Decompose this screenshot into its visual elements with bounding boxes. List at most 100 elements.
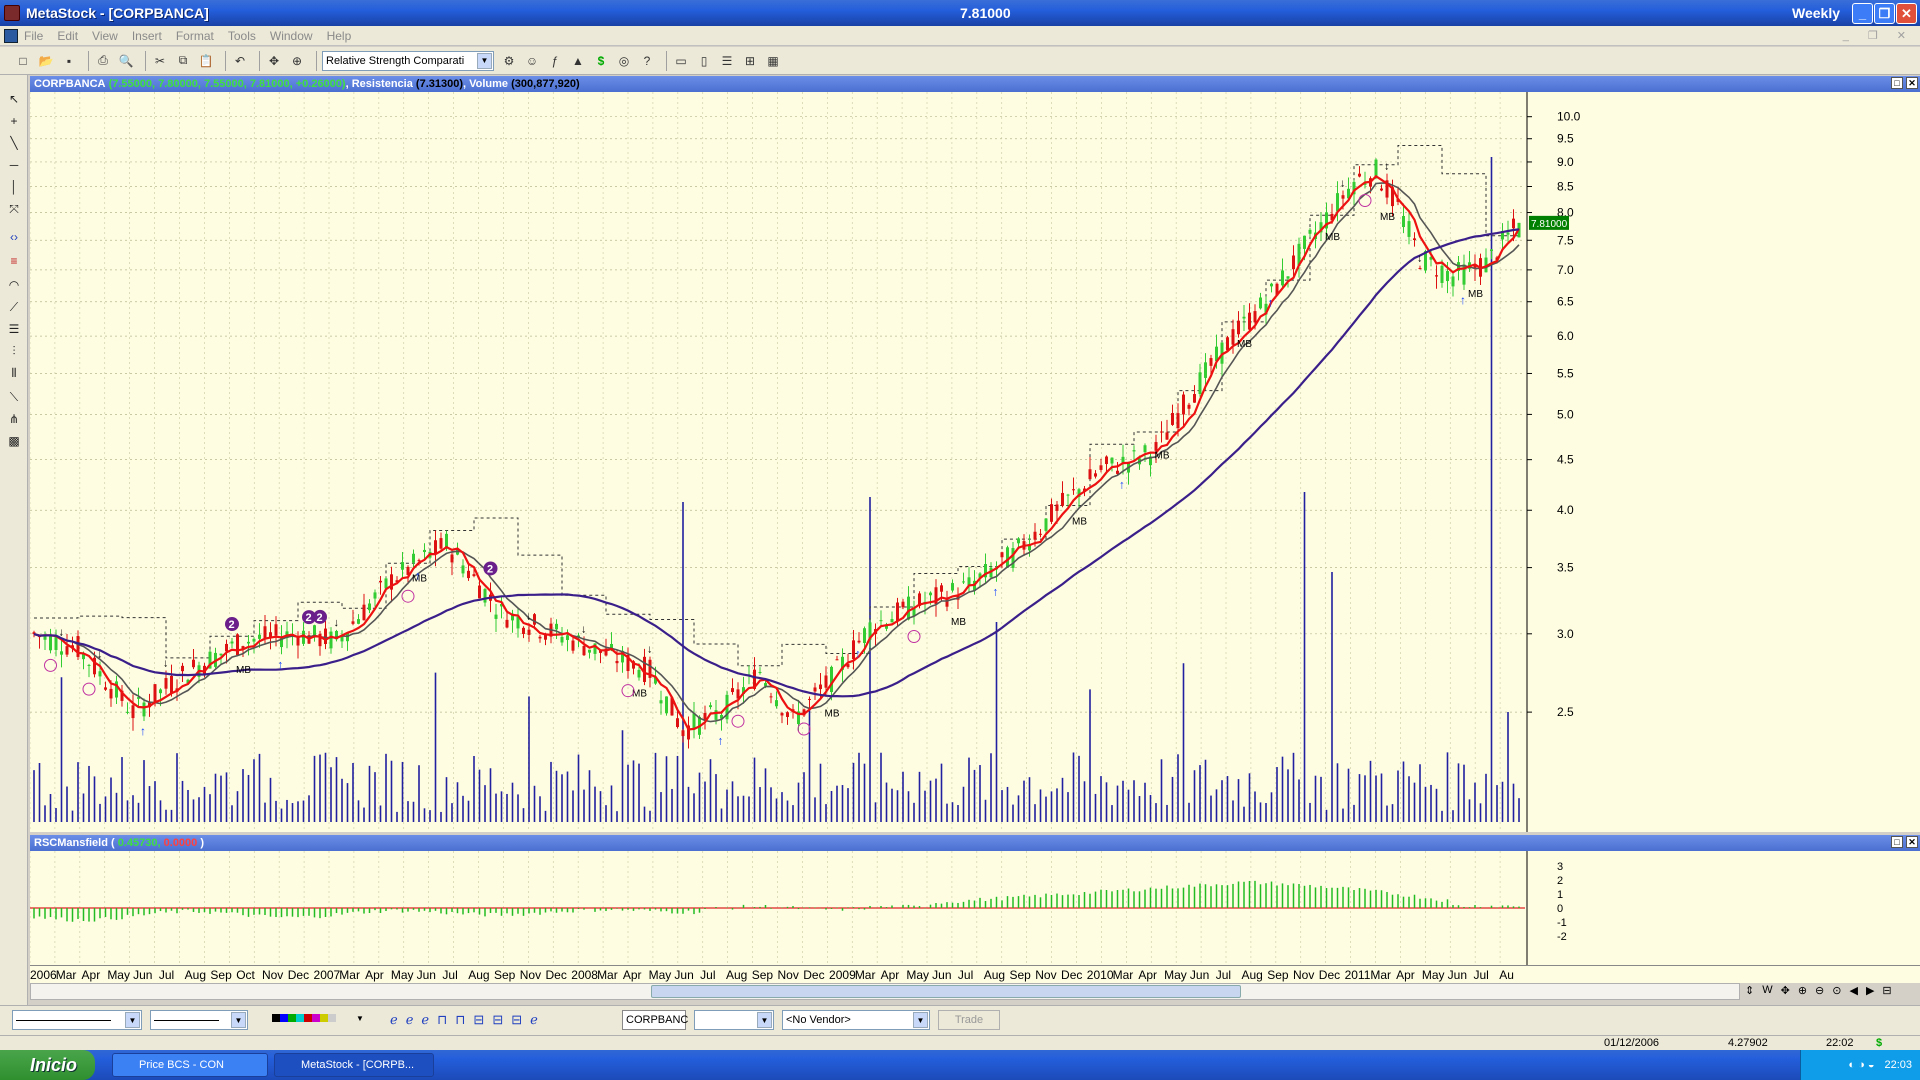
link-icon[interactable]: ℯ bbox=[530, 1012, 538, 1028]
bar2-icon[interactable]: ⊓ bbox=[455, 1012, 465, 1028]
pitchfork-icon[interactable]: ⋔ bbox=[5, 410, 23, 428]
open-icon[interactable]: 📂 bbox=[37, 52, 55, 70]
mdi-controls[interactable]: _ ❐ ✕ bbox=[1843, 29, 1914, 42]
menu-help[interactable]: Help bbox=[327, 29, 352, 43]
retracement-icon[interactable]: ☰ bbox=[5, 320, 23, 338]
menu-tools[interactable]: Tools bbox=[228, 29, 256, 43]
date-axis-label: Oct bbox=[236, 968, 255, 982]
tile-rows-icon[interactable]: ☰ bbox=[718, 52, 736, 70]
scroll-arrows-icon[interactable]: ⇕ bbox=[1745, 984, 1754, 997]
zoom-icon[interactable]: ⊕ bbox=[288, 52, 306, 70]
horizontal-line-icon[interactable]: ─ bbox=[5, 156, 23, 174]
color-bars-icon[interactable]: ≡ bbox=[5, 252, 23, 270]
cycle-icon[interactable]: ⤧ bbox=[5, 200, 23, 218]
candle-body bbox=[527, 629, 531, 635]
tile-horizontal-icon[interactable]: ▭ bbox=[672, 52, 690, 70]
pointer-icon[interactable]: ↖ bbox=[5, 90, 23, 108]
zoom-in-icon[interactable]: ⊕ bbox=[1798, 984, 1807, 997]
price-pane-header[interactable]: CORPBANCA (7.55000, 7.80000, 7.55000, 7.… bbox=[30, 76, 1920, 92]
tile-grid-icon[interactable]: ⊞ bbox=[741, 52, 759, 70]
dollar-icon[interactable]: $ bbox=[592, 52, 610, 70]
panel2-icon[interactable]: ⊟ bbox=[492, 1012, 503, 1028]
help-pointer-icon[interactable]: ? bbox=[638, 52, 656, 70]
w-icon[interactable]: W bbox=[1762, 984, 1772, 997]
print-preview-icon[interactable]: 🔍 bbox=[117, 52, 135, 70]
zoom-arrows-icon[interactable]: ‹› bbox=[5, 228, 23, 246]
task-metastock[interactable]: MetaStock - [CORPB... bbox=[274, 1053, 434, 1077]
zoom-out-icon[interactable]: ⊖ bbox=[1815, 984, 1824, 997]
minimize-icon[interactable]: _ bbox=[1852, 3, 1873, 24]
palette-dropdown-icon[interactable]: ▼ bbox=[356, 1014, 364, 1023]
start-button[interactable]: Inicio bbox=[0, 1050, 95, 1080]
expand-icon[interactable]: ⊟ bbox=[1882, 984, 1891, 997]
layout-icon[interactable]: ▦ bbox=[764, 52, 782, 70]
fill-icon[interactable]: ℯ bbox=[390, 1012, 398, 1028]
print-icon[interactable]: ⎙ bbox=[94, 52, 112, 70]
cut-icon[interactable]: ✂ bbox=[151, 52, 169, 70]
line-width-select[interactable]: ▼ bbox=[150, 1010, 248, 1030]
tile-vertical-icon[interactable]: ▯ bbox=[695, 52, 713, 70]
horizontal-scrollbar[interactable] bbox=[30, 983, 1740, 1000]
vendor-select[interactable]: <No Vendor> ▼ bbox=[782, 1010, 930, 1030]
right-arrow-icon[interactable]: ▶ bbox=[1866, 984, 1874, 997]
paste-icon[interactable]: 📋 bbox=[197, 52, 215, 70]
indicator-builder-icon[interactable]: ƒ bbox=[546, 52, 564, 70]
new-icon[interactable]: □ bbox=[14, 52, 32, 70]
restore-icon[interactable]: ❐ bbox=[1874, 3, 1895, 24]
buy-arrow-icon: ↑ bbox=[1460, 293, 1466, 307]
system-tester-icon[interactable]: ▲ bbox=[569, 52, 587, 70]
trade-button[interactable]: Trade bbox=[938, 1010, 1000, 1030]
rsc-pane-header[interactable]: RSCMansfield ( 0.45730, 0.0000 ) □ ✕ bbox=[30, 835, 1920, 851]
left-arrow-icon[interactable]: ◀ bbox=[1849, 984, 1857, 997]
security-select[interactable]: ▼ bbox=[694, 1010, 774, 1030]
rsc-close-icon[interactable]: ✕ bbox=[1906, 836, 1918, 848]
binoculars-icon[interactable]: ◎ bbox=[615, 52, 633, 70]
move-icon[interactable]: ✥ bbox=[1781, 984, 1790, 997]
pane-maximize-icon[interactable]: □ bbox=[1891, 77, 1903, 89]
vertical-line-icon[interactable]: │ bbox=[5, 178, 23, 196]
speed-lines-icon[interactable]: ⫶ bbox=[5, 342, 23, 360]
grid-icon[interactable]: ▩ bbox=[5, 432, 23, 450]
panel3-icon[interactable]: ⊟ bbox=[511, 1012, 522, 1028]
menu-format[interactable]: Format bbox=[176, 29, 214, 43]
copy-icon[interactable]: ⧉ bbox=[174, 52, 192, 70]
symbol-box[interactable]: CORPBANC bbox=[622, 1010, 688, 1030]
menu-window[interactable]: Window bbox=[270, 29, 313, 43]
expert-advisor-icon[interactable]: ☺ bbox=[523, 52, 541, 70]
crosshair-icon[interactable]: ✥ bbox=[265, 52, 283, 70]
undo-icon[interactable]: ↶ bbox=[231, 52, 249, 70]
color-palette[interactable] bbox=[272, 1014, 336, 1022]
price-chart[interactable]: 2.53.03.54.04.55.05.56.06.57.07.58.08.59… bbox=[30, 92, 1920, 832]
scroll-thumb[interactable] bbox=[651, 985, 1241, 998]
crosshair-tool-icon[interactable]: + bbox=[5, 112, 23, 130]
fill2-icon[interactable]: ℯ bbox=[406, 1012, 414, 1028]
menu-insert[interactable]: Insert bbox=[132, 29, 162, 43]
panel-icon[interactable]: ⊟ bbox=[473, 1012, 484, 1028]
close-icon[interactable]: ✕ bbox=[1896, 3, 1917, 24]
explorer-icon[interactable]: ⚙ bbox=[500, 52, 518, 70]
rsc-chart[interactable]: 3 2 1 0 -1 -2 bbox=[30, 851, 1920, 965]
bar-icon[interactable]: ⊓ bbox=[437, 1012, 447, 1028]
cycle-lines-icon[interactable]: ⦀ bbox=[5, 364, 23, 382]
candle-body bbox=[929, 592, 932, 596]
candle-body bbox=[478, 585, 481, 599]
candle-body bbox=[1402, 216, 1405, 228]
arcs-icon[interactable]: ◠ bbox=[5, 276, 23, 294]
rsc-maximize-icon[interactable]: □ bbox=[1891, 836, 1903, 848]
line-style-select[interactable]: ▼ bbox=[12, 1010, 142, 1030]
menu-view[interactable]: View bbox=[92, 29, 118, 43]
document-icon[interactable] bbox=[4, 28, 18, 43]
expert-select[interactable]: Relative Strength Comparati ▼ bbox=[322, 50, 494, 71]
fan-icon[interactable]: ⟋ bbox=[5, 298, 23, 316]
menu-edit[interactable]: Edit bbox=[57, 29, 78, 43]
pane-close-icon[interactable]: ✕ bbox=[1906, 77, 1918, 89]
fill3-icon[interactable]: ℯ bbox=[421, 1012, 429, 1028]
save-icon[interactable]: ▪ bbox=[60, 52, 78, 70]
tray-icons[interactable]: ◐ ◑ ◒ bbox=[1848, 1059, 1874, 1071]
chevron-down-icon[interactable]: ▼ bbox=[477, 52, 492, 69]
menu-file[interactable]: File bbox=[24, 29, 43, 43]
zoom-reset-icon[interactable]: ⊙ bbox=[1832, 984, 1841, 997]
channel-icon[interactable]: ⟍ bbox=[5, 388, 23, 406]
trendline-icon[interactable]: ╲ bbox=[5, 134, 23, 152]
task-price-bcs[interactable]: Price BCS - CON bbox=[112, 1053, 268, 1077]
